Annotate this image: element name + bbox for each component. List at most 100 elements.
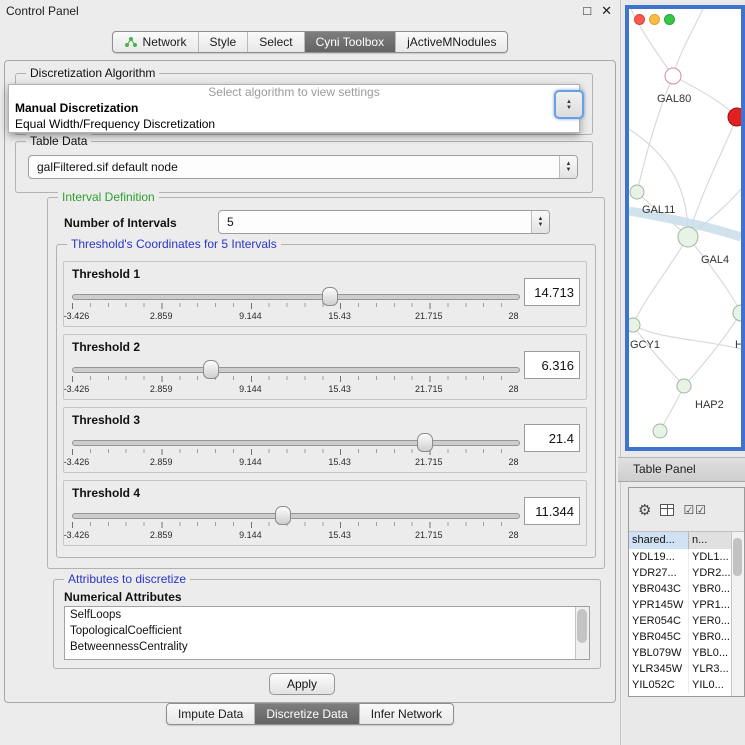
zoom-window-icon[interactable]	[664, 14, 675, 25]
tab-discretize-data[interactable]: Discretize Data	[255, 704, 359, 724]
select-columns-icon[interactable]: ☑☑	[683, 503, 707, 517]
network-node-hap2[interactable]	[677, 379, 691, 393]
table-rows: YDL19...YDL1... YDR27...YDR2... YBR043CY…	[629, 549, 732, 693]
node-label: H	[735, 339, 741, 351]
float-window-icon[interactable]: □	[583, 3, 591, 19]
table-row[interactable]: YER054CYER0...	[629, 613, 732, 629]
control-panel-titlebar: Control Panel □ ✕	[0, 0, 620, 22]
tab-network[interactable]: Network	[113, 32, 199, 52]
slider-thumb[interactable]	[417, 433, 433, 452]
slider-major-ticks	[72, 303, 519, 309]
list-scrollbar[interactable]	[575, 607, 589, 659]
interval-definition-group: Interval Definition Number of Intervals …	[47, 197, 605, 569]
scrollbar-thumb[interactable]	[577, 609, 587, 643]
table-row[interactable]: YIL052CYIL0...	[629, 677, 732, 693]
algorithm-combo-stepper[interactable]: ▲▼	[554, 90, 584, 119]
number-of-intervals-label: Number of Intervals	[64, 216, 177, 230]
network-view-window[interactable]: GAL80 GAL11 GAL4 GCY1 HAP2 H	[625, 5, 745, 451]
table-data-group: Table Data galFiltered.sif default node …	[15, 141, 593, 193]
threshold-4-value-field[interactable]: 11.344	[524, 497, 580, 525]
tab-label: Discretize Data	[266, 707, 347, 721]
gear-icon[interactable]: ⚙	[638, 501, 651, 519]
slider-track[interactable]	[72, 513, 520, 519]
columns-icon[interactable]	[660, 504, 674, 516]
tab-jactivemnodules[interactable]: jActiveMNodules	[396, 32, 507, 52]
threshold-3-panel: Threshold 3 -3.4262.8599.14415.4321.7152…	[63, 407, 587, 473]
tab-label: jActiveMNodules	[407, 35, 496, 49]
tab-infer-network[interactable]: Infer Network	[360, 704, 453, 724]
list-item[interactable]: TopologicalCoefficient	[65, 623, 589, 639]
algorithm-dropdown-popup: Select algorithm to view settings Manual…	[8, 84, 580, 133]
table-row[interactable]: YDL19...YDL1...	[629, 549, 732, 565]
column-header-name[interactable]: n...	[689, 532, 732, 549]
bottom-tab-bar: Impute Data Discretize Data Infer Networ…	[0, 703, 620, 725]
threshold-2-slider[interactable]: -3.4262.8599.14415.4321.71528	[72, 359, 518, 397]
apply-button[interactable]: Apply	[269, 673, 335, 695]
network-node-selected-red[interactable]	[728, 108, 741, 126]
threshold-3-value-field[interactable]: 21.4	[524, 424, 580, 452]
combo-value: galFiltered.sif default node	[29, 156, 559, 178]
network-node-gal11[interactable]	[630, 185, 644, 199]
network-node[interactable]	[733, 305, 741, 321]
network-node-gal80[interactable]	[665, 68, 681, 84]
node-label: GAL11	[642, 204, 675, 216]
slider-thumb[interactable]	[203, 360, 219, 379]
group-title: Discretization Algorithm	[26, 66, 159, 80]
table-row[interactable]: YPR145WYPR1...	[629, 597, 732, 613]
popup-item-manual-discretization[interactable]: Manual Discretization	[9, 100, 579, 116]
node-table: ⚙ ☑☑ shared... n... YDL19...YDL1... YDR2…	[628, 487, 745, 697]
node-label: GAL80	[657, 93, 691, 105]
network-node-gal4[interactable]	[678, 227, 698, 247]
network-node-gcy1[interactable]	[629, 318, 640, 332]
threshold-4-slider[interactable]: -3.4262.8599.14415.4321.71528	[72, 505, 518, 543]
window-controls	[634, 14, 675, 25]
table-row[interactable]: YBR043CYBR0...	[629, 581, 732, 597]
close-panel-icon[interactable]: ✕	[601, 3, 612, 19]
table-row[interactable]: YLR345WYLR3...	[629, 661, 732, 677]
tab-impute-data[interactable]: Impute Data	[167, 704, 255, 724]
numerical-attributes-label: Numerical Attributes	[64, 590, 182, 604]
threshold-3-slider[interactable]: -3.4262.8599.14415.4321.71528	[72, 432, 518, 470]
table-row[interactable]: YBL079WYBL0...	[629, 645, 732, 661]
slider-track[interactable]	[72, 294, 520, 300]
table-toolbar: ⚙ ☑☑	[629, 488, 744, 532]
node-label: GAL4	[701, 254, 729, 266]
threshold-2-panel: Threshold 2 -3.4262.8599.14415.4321.7152…	[63, 334, 587, 400]
network-canvas[interactable]: GAL80 GAL11 GAL4 GCY1 HAP2 H	[629, 9, 741, 447]
slider-scale: -3.4262.8599.14415.4321.71528	[72, 384, 518, 396]
number-of-intervals-combo[interactable]: 5 ▲▼	[218, 210, 550, 234]
column-header-shared-name[interactable]: shared...	[629, 532, 689, 549]
popup-item-equal-width-frequency[interactable]: Equal Width/Frequency Discretization	[9, 116, 579, 132]
combo-stepper-icon: ▲▼	[531, 211, 549, 233]
network-node[interactable]	[653, 424, 667, 438]
slider-thumb[interactable]	[275, 506, 291, 525]
group-title: Attributes to discretize	[64, 572, 190, 586]
threshold-2-value-field[interactable]: 6.316	[524, 351, 580, 379]
slider-thumb[interactable]	[322, 287, 338, 306]
tab-select[interactable]: Select	[248, 32, 304, 52]
group-title: Table Data	[26, 134, 91, 148]
list-item[interactable]: BetweennessCentrality	[65, 639, 589, 655]
slider-track[interactable]	[72, 440, 520, 446]
network-node-labels: GAL80 GAL11 GAL4 GCY1 HAP2 H	[630, 93, 741, 411]
control-panel: Control Panel □ ✕ Network Style Select C…	[0, 0, 621, 745]
threshold-1-value-field[interactable]: 14.713	[524, 278, 580, 306]
table-row[interactable]: YDR27...YDR2...	[629, 565, 732, 581]
list-item[interactable]: SelfLoops	[65, 607, 589, 623]
table-data-combo[interactable]: galFiltered.sif default node ▲▼	[28, 155, 578, 179]
tab-cyni-toolbox[interactable]: Cyni Toolbox	[305, 32, 396, 52]
minimize-window-icon[interactable]	[649, 14, 660, 25]
numerical-attributes-list[interactable]: SelfLoops TopologicalCoefficient Between…	[64, 606, 590, 660]
node-label: HAP2	[695, 399, 724, 411]
table-scrollbar[interactable]	[731, 532, 744, 696]
tab-label: Impute Data	[178, 707, 243, 721]
close-window-icon[interactable]	[634, 14, 645, 25]
scrollbar-thumb[interactable]	[733, 538, 742, 576]
table-row[interactable]: YBR045CYBR0...	[629, 629, 732, 645]
group-title: Interval Definition	[58, 190, 159, 204]
slider-track[interactable]	[72, 367, 520, 373]
tab-label: Infer Network	[371, 707, 442, 721]
tab-style[interactable]: Style	[199, 32, 249, 52]
threshold-1-slider[interactable]: -3.4262.8599.14415.4321.71528	[72, 286, 518, 324]
threshold-label: Threshold 1	[72, 267, 140, 281]
